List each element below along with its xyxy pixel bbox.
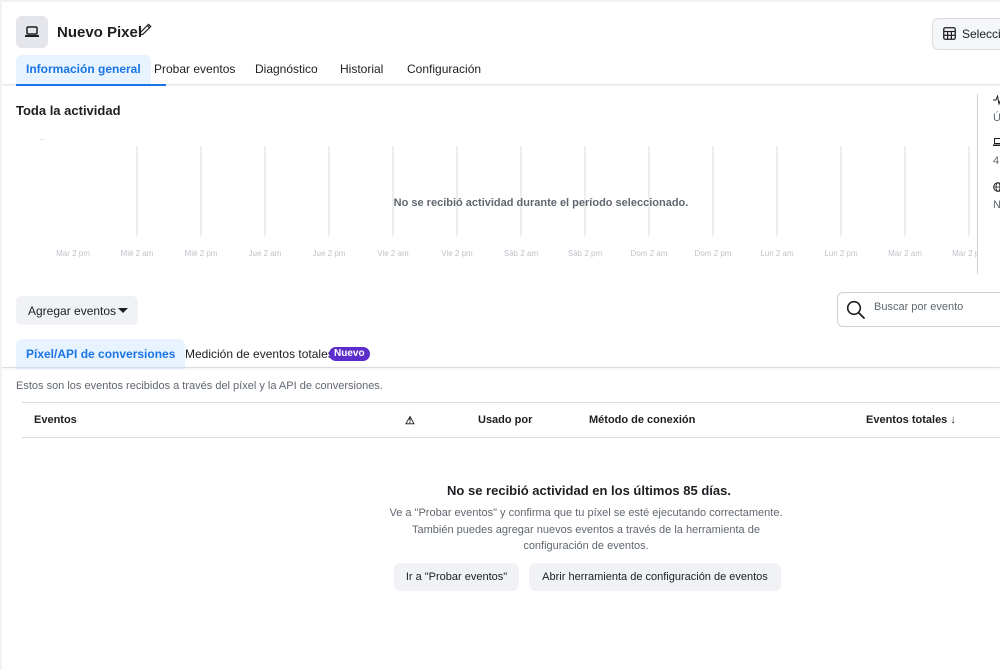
x-tick-label: Vie 2 pm: [441, 249, 473, 258]
column-usado-por[interactable]: Usado por: [478, 414, 532, 426]
go-to-test-events-button[interactable]: Ir a "Probar eventos": [394, 563, 519, 591]
add-events-label: Agregar eventos: [28, 304, 117, 318]
x-tick-label: Dom 2 pm: [695, 249, 732, 258]
table-icon: [943, 27, 956, 45]
tab-medicion-eventos-totales[interactable]: Medición de eventos totales: [175, 339, 344, 369]
new-badge: Nuevo: [329, 347, 370, 361]
x-tick-label: Dom 2 am: [631, 249, 668, 258]
open-event-setup-tool-button[interactable]: Abrir herramienta de configuración de ev…: [529, 563, 781, 591]
laptop-icon: [16, 16, 48, 48]
x-tick-label: Mar 2 pm: [56, 249, 90, 258]
events-table-header: Eventos ⚠ Usado por Método de conexión E…: [22, 402, 1000, 438]
page-header: Nuevo Pixel Seleccio Información general: [2, 2, 1000, 86]
empty-state-title: No se recibió actividad en los últimos 8…: [447, 483, 731, 498]
events-description: Estos son los eventos recibidos a través…: [16, 380, 383, 392]
search-input[interactable]: [872, 300, 1000, 314]
tab-informacion-general[interactable]: Información general: [16, 55, 151, 84]
column-eventos[interactable]: Eventos: [34, 414, 77, 426]
page-title: Nuevo Pixel: [57, 24, 143, 41]
right-panel-value-3: N: [993, 199, 1000, 211]
column-metodo-conexion[interactable]: Método de conexión: [589, 414, 695, 426]
column-eventos-totales[interactable]: Eventos totales ↓: [866, 414, 956, 426]
empty-state-line-3: configuración de eventos.: [523, 540, 649, 552]
pencil-icon[interactable]: [139, 23, 152, 41]
add-events-button[interactable]: Agregar eventos: [16, 296, 138, 325]
caret-down-icon: [118, 308, 128, 313]
y-axis-label: —: [40, 137, 45, 143]
tab-diagnostico[interactable]: Diagnóstico: [245, 55, 328, 84]
tab-pixel-api[interactable]: Píxel/API de conversiones: [16, 339, 186, 369]
select-date-range-button[interactable]: Seleccio: [932, 18, 1000, 50]
tab-historial[interactable]: Historial: [330, 55, 393, 84]
search-icon: [846, 300, 866, 325]
laptop-small-icon: [993, 138, 1000, 150]
x-tick-label: Lun 2 am: [760, 249, 794, 258]
pixel-overview-page: Nuevo Pixel Seleccio Información general: [2, 2, 1000, 670]
chart-empty-message: No se recibió actividad durante el perío…: [394, 197, 689, 209]
search-box[interactable]: [837, 292, 1000, 327]
x-tick-label: Jue 2 pm: [313, 249, 346, 258]
x-tick-label: Jue 2 am: [249, 249, 282, 258]
activity-pulse-icon: [993, 94, 1000, 108]
x-tick-label: Mié 2 pm: [185, 249, 218, 258]
activity-title: Toda la actividad: [16, 103, 121, 118]
x-tick-label: Sáb 2 pm: [568, 249, 603, 258]
x-tick-label: Mar 2 pm: [952, 249, 978, 258]
tab-probar-eventos[interactable]: Probar eventos: [144, 55, 245, 84]
right-panel-divider: [977, 94, 978, 274]
tab-configuracion[interactable]: Configuración: [397, 55, 491, 84]
select-label: Seleccio: [962, 27, 1000, 41]
empty-state-line-1: Ve a "Probar eventos" y confirma que tu …: [389, 507, 783, 519]
subtabs-divider: [2, 367, 1000, 368]
x-tick-label: Sáb 2 am: [504, 249, 539, 258]
activity-chart: — No se recibió actividad durante el per…: [40, 137, 978, 258]
x-tick-label: Lun 2 pm: [824, 249, 858, 258]
right-panel-value-2: 4: [993, 155, 1000, 167]
empty-state-line-2: También puedes agregar nuevos eventos a …: [412, 523, 760, 536]
active-tab-indicator: [16, 84, 166, 86]
x-tick-label: Mié 2 am: [121, 249, 154, 258]
empty-state-text: Ve a "Probar eventos" y confirma que tu …: [386, 505, 786, 555]
warning-icon: ⚠: [405, 415, 415, 427]
x-tick-label: Vie 2 am: [377, 249, 409, 258]
right-panel-value-1: Ú: [993, 112, 1000, 124]
x-tick-label: Mar 2 am: [888, 249, 922, 258]
globe-icon: [993, 182, 1000, 195]
